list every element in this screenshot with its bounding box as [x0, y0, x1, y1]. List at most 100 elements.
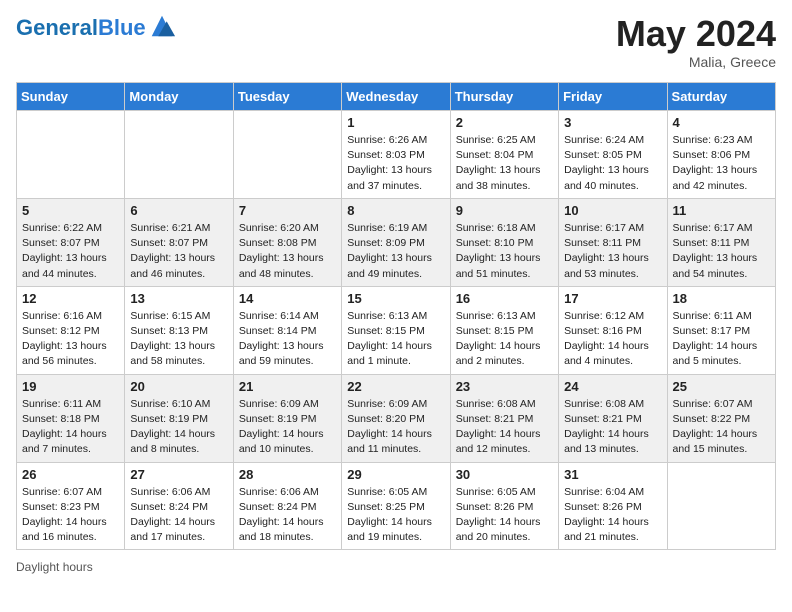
location-subtitle: Malia, Greece: [616, 54, 776, 70]
calendar-cell: 30Sunrise: 6:05 AM Sunset: 8:26 PM Dayli…: [450, 462, 558, 550]
calendar-cell: 23Sunrise: 6:08 AM Sunset: 8:21 PM Dayli…: [450, 374, 558, 462]
day-info: Sunrise: 6:11 AM Sunset: 8:18 PM Dayligh…: [22, 397, 119, 458]
calendar-cell: 25 Sunrise: 6:07 AM Sunset: 8:22 PM Dayli…: [667, 374, 775, 462]
day-number: 8: [347, 203, 444, 218]
day-info: Sunrise: 6:20 AM Sunset: 8:08 PM Dayligh…: [239, 221, 336, 282]
day-info: Sunrise: 6:13 AM Sunset: 8:15 PM Dayligh…: [347, 309, 444, 370]
day-info: Sunrise: 6:07 AM Sunset: 8:22 PM Dayligh…: [673, 397, 770, 458]
day-info: Sunrise: 6:24 AM Sunset: 8:05 PM Dayligh…: [564, 133, 661, 194]
day-number: 11: [673, 203, 770, 218]
calendar-table: SundayMondayTuesdayWednesdayThursdayFrid…: [16, 82, 776, 550]
calendar-cell: [233, 111, 341, 199]
calendar-week-3: 12 Sunrise: 6:16 AM Sunset: 8:12 PM Dayli…: [17, 286, 776, 374]
calendar-cell: 5Sunrise: 6:22 AM Sunset: 8:07 PM Daylig…: [17, 198, 125, 286]
day-number: 1: [347, 115, 444, 130]
day-number: 9: [456, 203, 553, 218]
calendar-cell: 3 Sunrise: 6:24 AM Sunset: 8:05 PM Daylig…: [559, 111, 667, 199]
calendar-cell: 18 Sunrise: 6:11 AM Sunset: 8:17 PM Dayli…: [667, 286, 775, 374]
day-number: 6: [130, 203, 227, 218]
day-info: Sunrise: 6:10 AM Sunset: 8:19 PM Dayligh…: [130, 397, 227, 458]
day-info: Sunrise: 6:05 AM Sunset: 8:25 PM Dayligh…: [347, 485, 444, 546]
calendar-cell: 20 Sunrise: 6:10 AM Sunset: 8:19 PM Dayli…: [125, 374, 233, 462]
day-info: Sunrise: 6:11 AM Sunset: 8:17 PM Dayligh…: [673, 309, 770, 370]
calendar-cell: 19 Sunrise: 6:11 AM Sunset: 8:18 PM Dayli…: [17, 374, 125, 462]
calendar-cell: 6Sunrise: 6:21 AM Sunset: 8:07 PM Daylig…: [125, 198, 233, 286]
logo-text: GeneralBlue: [16, 17, 146, 39]
day-number: 19: [22, 379, 119, 394]
calendar-cell: 1 Sunrise: 6:26 AM Sunset: 8:03 PM Daylig…: [342, 111, 450, 199]
day-info: Sunrise: 6:26 AM Sunset: 8:03 PM Dayligh…: [347, 133, 444, 194]
header-day-sunday: Sunday: [17, 83, 125, 111]
day-info: Sunrise: 6:09 AM Sunset: 8:19 PM Dayligh…: [239, 397, 336, 458]
day-info: Sunrise: 6:07 AM Sunset: 8:23 PM Dayligh…: [22, 485, 119, 546]
day-number: 29: [347, 467, 444, 482]
day-number: 14: [239, 291, 336, 306]
day-info: Sunrise: 6:14 AM Sunset: 8:14 PM Dayligh…: [239, 309, 336, 370]
logo-icon: [148, 12, 176, 40]
logo-text-block: GeneralBlue: [16, 16, 176, 40]
day-info: Sunrise: 6:05 AM Sunset: 8:26 PM Dayligh…: [456, 485, 553, 546]
day-info: Sunrise: 6:06 AM Sunset: 8:24 PM Dayligh…: [130, 485, 227, 546]
calendar-week-1: 1 Sunrise: 6:26 AM Sunset: 8:03 PM Daylig…: [17, 111, 776, 199]
day-number: 23: [456, 379, 553, 394]
day-number: 22: [347, 379, 444, 394]
title-block: May 2024 Malia, Greece: [616, 16, 776, 70]
header-day-wednesday: Wednesday: [342, 83, 450, 111]
day-number: 25: [673, 379, 770, 394]
day-info: Sunrise: 6:15 AM Sunset: 8:13 PM Dayligh…: [130, 309, 227, 370]
logo: GeneralBlue: [16, 16, 176, 40]
calendar-cell: 2 Sunrise: 6:25 AM Sunset: 8:04 PM Daylig…: [450, 111, 558, 199]
calendar-cell: 10Sunrise: 6:17 AM Sunset: 8:11 PM Dayli…: [559, 198, 667, 286]
day-number: 3: [564, 115, 661, 130]
header-day-friday: Friday: [559, 83, 667, 111]
day-info: Sunrise: 6:06 AM Sunset: 8:24 PM Dayligh…: [239, 485, 336, 546]
calendar-cell: [125, 111, 233, 199]
calendar-cell: 27 Sunrise: 6:06 AM Sunset: 8:24 PM Dayli…: [125, 462, 233, 550]
calendar-cell: [667, 462, 775, 550]
day-number: 7: [239, 203, 336, 218]
logo-general-text: General: [16, 15, 98, 40]
day-info: Sunrise: 6:04 AM Sunset: 8:26 PM Dayligh…: [564, 485, 661, 546]
calendar-header: SundayMondayTuesdayWednesdayThursdayFrid…: [17, 83, 776, 111]
page-header: GeneralBlue May 2024 Malia, Greece: [16, 16, 776, 70]
calendar-cell: 28Sunrise: 6:06 AM Sunset: 8:24 PM Dayli…: [233, 462, 341, 550]
day-info: Sunrise: 6:17 AM Sunset: 8:11 PM Dayligh…: [564, 221, 661, 282]
logo-blue-text: Blue: [98, 15, 146, 40]
header-day-monday: Monday: [125, 83, 233, 111]
day-info: Sunrise: 6:22 AM Sunset: 8:07 PM Dayligh…: [22, 221, 119, 282]
day-number: 12: [22, 291, 119, 306]
header-day-thursday: Thursday: [450, 83, 558, 111]
calendar-week-4: 19 Sunrise: 6:11 AM Sunset: 8:18 PM Dayli…: [17, 374, 776, 462]
day-number: 27: [130, 467, 227, 482]
day-number: 20: [130, 379, 227, 394]
calendar-cell: 26 Sunrise: 6:07 AM Sunset: 8:23 PM Dayli…: [17, 462, 125, 550]
day-number: 16: [456, 291, 553, 306]
day-number: 17: [564, 291, 661, 306]
day-number: 2: [456, 115, 553, 130]
header-day-tuesday: Tuesday: [233, 83, 341, 111]
month-year-title: May 2024: [616, 16, 776, 52]
daylight-hours-label: Daylight hours: [16, 560, 93, 574]
calendar-cell: 7 Sunrise: 6:20 AM Sunset: 8:08 PM Daylig…: [233, 198, 341, 286]
calendar-cell: 9Sunrise: 6:18 AM Sunset: 8:10 PM Daylig…: [450, 198, 558, 286]
day-info: Sunrise: 6:13 AM Sunset: 8:15 PM Dayligh…: [456, 309, 553, 370]
calendar-week-5: 26 Sunrise: 6:07 AM Sunset: 8:23 PM Dayli…: [17, 462, 776, 550]
calendar-week-2: 5Sunrise: 6:22 AM Sunset: 8:07 PM Daylig…: [17, 198, 776, 286]
day-info: Sunrise: 6:17 AM Sunset: 8:11 PM Dayligh…: [673, 221, 770, 282]
calendar-cell: 15Sunrise: 6:13 AM Sunset: 8:15 PM Dayli…: [342, 286, 450, 374]
calendar-cell: 16 Sunrise: 6:13 AM Sunset: 8:15 PM Dayli…: [450, 286, 558, 374]
footer: Daylight hours: [16, 560, 776, 574]
day-number: 18: [673, 291, 770, 306]
day-info: Sunrise: 6:16 AM Sunset: 8:12 PM Dayligh…: [22, 309, 119, 370]
day-number: 21: [239, 379, 336, 394]
calendar-cell: 12 Sunrise: 6:16 AM Sunset: 8:12 PM Dayli…: [17, 286, 125, 374]
day-number: 26: [22, 467, 119, 482]
day-info: Sunrise: 6:19 AM Sunset: 8:09 PM Dayligh…: [347, 221, 444, 282]
day-info: Sunrise: 6:09 AM Sunset: 8:20 PM Dayligh…: [347, 397, 444, 458]
day-info: Sunrise: 6:23 AM Sunset: 8:06 PM Dayligh…: [673, 133, 770, 194]
calendar-cell: 13Sunrise: 6:15 AM Sunset: 8:13 PM Dayli…: [125, 286, 233, 374]
calendar-cell: 17Sunrise: 6:12 AM Sunset: 8:16 PM Dayli…: [559, 286, 667, 374]
day-info: Sunrise: 6:25 AM Sunset: 8:04 PM Dayligh…: [456, 133, 553, 194]
calendar-cell: [17, 111, 125, 199]
calendar-cell: 4Sunrise: 6:23 AM Sunset: 8:06 PM Daylig…: [667, 111, 775, 199]
